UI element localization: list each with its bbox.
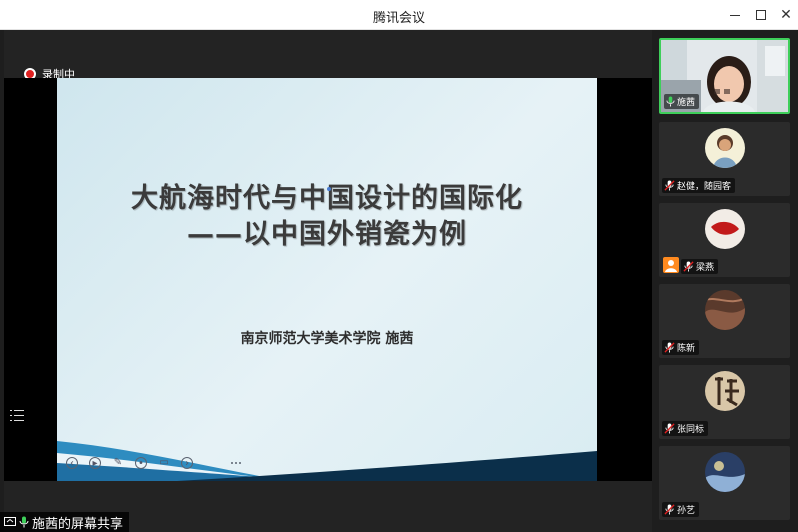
participant-name-tag: 张同标 <box>662 421 709 436</box>
close-icon: ✕ <box>780 7 792 23</box>
minimize-icon <box>730 15 740 16</box>
avatar-image <box>705 209 745 249</box>
slide-subtitle: 南京师范大学美术学院 施茜 <box>240 331 414 347</box>
host-badge-icon <box>663 257 679 273</box>
participant-name-tag: 施茜 <box>664 94 700 109</box>
user-icon <box>665 260 677 272</box>
screen-share-label-text: 施茜的屏幕共享 <box>32 516 124 532</box>
participant-name-tag: 赵健，随园客 <box>662 178 736 193</box>
avatar-image <box>705 290 745 330</box>
maximize-icon <box>756 10 766 20</box>
participant-tile[interactable]: 张同标 <box>659 365 790 439</box>
slide-title-line2: ——以中国外销瓷为例 <box>187 219 467 250</box>
pointer-icon[interactable]: • <box>135 457 147 469</box>
mic-muted-icon <box>683 261 694 272</box>
window-title: 腾讯会议 <box>372 11 425 26</box>
avatar-image <box>705 128 745 168</box>
participant-name: 施茜 <box>677 98 696 108</box>
minimize-button[interactable] <box>724 5 746 25</box>
participant-tile[interactable]: 孙艺 <box>659 446 790 520</box>
participant-name: 梁燕 <box>696 263 715 273</box>
next-slide-icon[interactable]: › <box>181 457 193 469</box>
mic-on-icon <box>666 96 675 107</box>
participant-name: 孙艺 <box>677 506 696 516</box>
slide-toolbar: ‹ ▸ ✎ • ▭ › <box>66 455 193 471</box>
mic-muted-icon <box>664 504 675 515</box>
participant-tile[interactable]: 赵健，随园客 <box>659 122 790 196</box>
participant-name-tag: 陈新 <box>662 340 700 355</box>
participant-name-tag: 孙艺 <box>662 502 700 517</box>
presentation-slide: 大航海时代与中国设计的国际化 ——以中国外销瓷为例 南京师范大学美术学院 施茜 <box>57 78 597 481</box>
mic-muted-icon <box>664 180 675 191</box>
screen-share-icon <box>4 517 16 526</box>
screen-icon[interactable]: ▭ <box>158 457 170 469</box>
slide-wave-decoration <box>57 441 597 481</box>
play-icon[interactable]: ▸ <box>89 457 101 469</box>
avatar <box>705 128 745 168</box>
mic-on-icon <box>19 516 29 528</box>
mouse-cursor-icon <box>327 187 331 191</box>
avatar-image <box>705 452 745 492</box>
participant-name: 赵健，随园客 <box>677 182 732 192</box>
mic-muted-icon <box>664 342 675 353</box>
slide-title: 大航海时代与中国设计的国际化 ——以中国外销瓷为例 <box>57 181 597 253</box>
prev-slide-icon[interactable]: ‹ <box>66 457 78 469</box>
participant-name: 陈新 <box>677 344 696 354</box>
meeting-window: 腾讯会议 ✕ 录制中 大航海时代与中国设计的国际化 ——以中国外销瓷为例 南京师… <box>0 0 798 532</box>
avatar <box>705 452 745 492</box>
participant-tile[interactable]: 梁燕 <box>659 203 790 277</box>
more-options-icon[interactable] <box>230 460 242 466</box>
screen-share-label: 施茜的屏幕共享 <box>0 512 130 532</box>
avatar <box>705 290 745 330</box>
title-bar: 腾讯会议 ✕ <box>0 0 798 30</box>
participant-name-tag: 梁燕 <box>681 259 719 274</box>
maximize-button[interactable] <box>750 5 772 25</box>
participant-tile[interactable]: 施茜 <box>659 38 790 114</box>
avatar-image <box>705 371 745 411</box>
participant-name: 张同标 <box>677 425 705 435</box>
participant-panel: 施茜 赵健，随园客 梁燕 陈新 张同标 孙艺 <box>652 30 798 532</box>
close-button[interactable]: ✕ <box>775 5 797 25</box>
pen-icon[interactable]: ✎ <box>112 457 124 469</box>
avatar <box>705 371 745 411</box>
participant-tile[interactable]: 陈新 <box>659 284 790 358</box>
member-list-icon[interactable] <box>10 408 24 422</box>
mic-muted-icon <box>664 423 675 434</box>
avatar <box>705 209 745 249</box>
